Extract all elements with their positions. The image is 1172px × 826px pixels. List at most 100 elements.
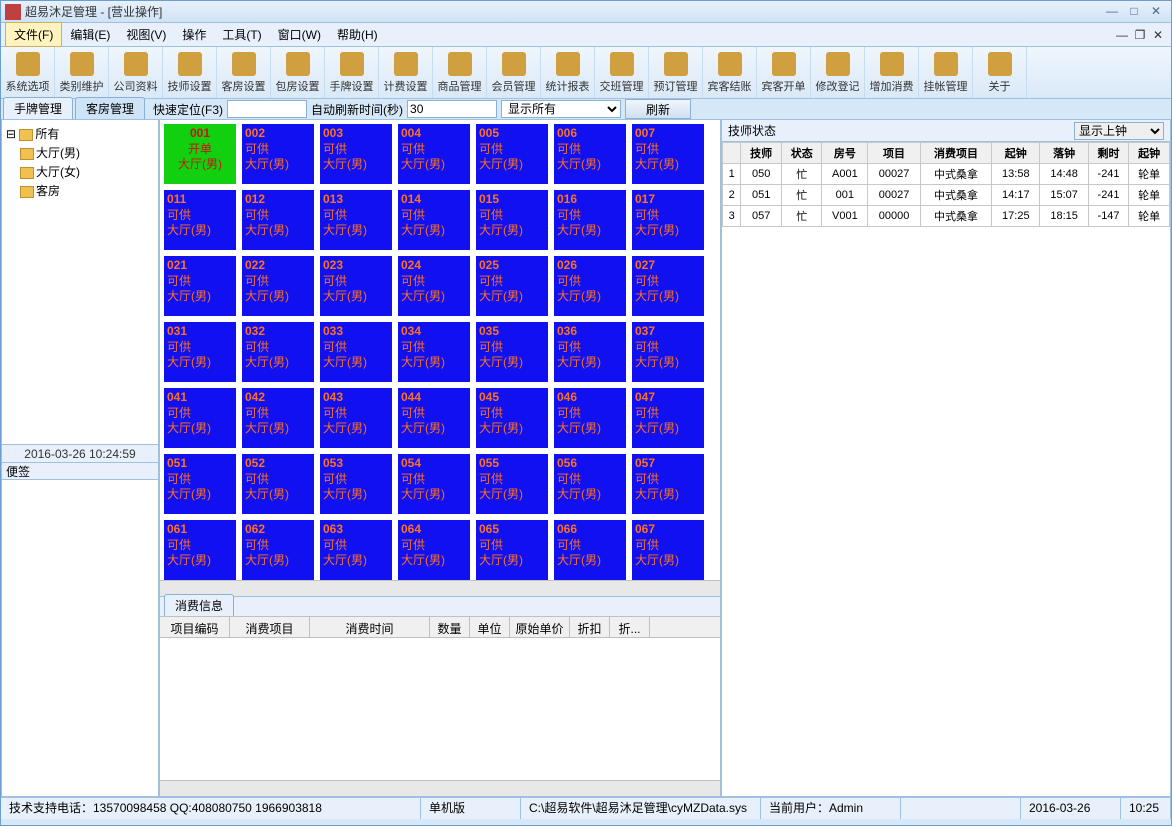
toolbar-btn-18[interactable]: 关于 bbox=[973, 47, 1027, 98]
tab-rooms[interactable]: 客房管理 bbox=[75, 97, 145, 119]
tech-col[interactable]: 剩时 bbox=[1088, 143, 1129, 164]
hand-card-065[interactable]: 065可供大厅(男) bbox=[476, 520, 548, 580]
toolbar-btn-12[interactable]: 预订管理 bbox=[649, 47, 703, 98]
hand-card-044[interactable]: 044可供大厅(男) bbox=[398, 388, 470, 448]
toolbar-btn-8[interactable]: 商品管理 bbox=[433, 47, 487, 98]
hand-card-057[interactable]: 057可供大厅(男) bbox=[632, 454, 704, 514]
toolbar-btn-0[interactable]: 系统选项 bbox=[1, 47, 55, 98]
tech-row[interactable]: 1050忙A00100027中式桑拿13:5814:48-241轮单 bbox=[723, 164, 1170, 185]
hand-card-014[interactable]: 014可供大厅(男) bbox=[398, 190, 470, 250]
hand-card-046[interactable]: 046可供大厅(男) bbox=[554, 388, 626, 448]
refresh-interval-input[interactable] bbox=[407, 100, 497, 118]
tech-col[interactable]: 状态 bbox=[781, 143, 822, 164]
hand-card-042[interactable]: 042可供大厅(男) bbox=[242, 388, 314, 448]
tab-consume-info[interactable]: 消费信息 bbox=[164, 594, 234, 616]
hand-card-034[interactable]: 034可供大厅(男) bbox=[398, 322, 470, 382]
menu-5[interactable]: 窗口(W) bbox=[270, 23, 329, 46]
tech-col[interactable]: 消费项目 bbox=[920, 143, 991, 164]
hand-card-041[interactable]: 041可供大厅(男) bbox=[164, 388, 236, 448]
tech-col[interactable]: 落钟 bbox=[1040, 143, 1088, 164]
hand-card-003[interactable]: 003可供大厅(男) bbox=[320, 124, 392, 184]
hand-card-064[interactable]: 064可供大厅(男) bbox=[398, 520, 470, 580]
hand-card-056[interactable]: 056可供大厅(男) bbox=[554, 454, 626, 514]
hand-card-062[interactable]: 062可供大厅(男) bbox=[242, 520, 314, 580]
consume-col-0[interactable]: 项目编码 bbox=[160, 617, 230, 637]
consume-col-6[interactable]: 折扣 bbox=[570, 617, 610, 637]
tech-filter-select[interactable]: 显示上钟 bbox=[1074, 122, 1164, 140]
minimize-button[interactable]: — bbox=[1101, 4, 1123, 20]
hand-card-007[interactable]: 007可供大厅(男) bbox=[632, 124, 704, 184]
hand-card-037[interactable]: 037可供大厅(男) bbox=[632, 322, 704, 382]
tree-node-1[interactable]: 大厅(女) bbox=[6, 162, 154, 181]
hand-card-061[interactable]: 061可供大厅(男) bbox=[164, 520, 236, 580]
refresh-button[interactable]: 刷新 bbox=[625, 99, 691, 119]
tech-row[interactable]: 3057忙V00100000中式桑拿17:2518:15-147轮单 bbox=[723, 206, 1170, 227]
hand-card-052[interactable]: 052可供大厅(男) bbox=[242, 454, 314, 514]
hand-card-045[interactable]: 045可供大厅(男) bbox=[476, 388, 548, 448]
hand-card-047[interactable]: 047可供大厅(男) bbox=[632, 388, 704, 448]
menu-0[interactable]: 文件(F) bbox=[5, 22, 62, 47]
toolbar-btn-5[interactable]: 包房设置 bbox=[271, 47, 325, 98]
tab-hand-cards[interactable]: 手牌管理 bbox=[3, 97, 73, 119]
toolbar-btn-11[interactable]: 交班管理 bbox=[595, 47, 649, 98]
display-filter-select[interactable]: 显示所有 bbox=[501, 100, 621, 118]
toolbar-btn-17[interactable]: 挂帐管理 bbox=[919, 47, 973, 98]
menu-2[interactable]: 视图(V) bbox=[118, 23, 174, 46]
toolbar-btn-1[interactable]: 类别维护 bbox=[55, 47, 109, 98]
hand-card-033[interactable]: 033可供大厅(男) bbox=[320, 322, 392, 382]
mdi-close-icon[interactable]: ✕ bbox=[1149, 28, 1167, 42]
hand-card-043[interactable]: 043可供大厅(男) bbox=[320, 388, 392, 448]
maximize-button[interactable]: □ bbox=[1123, 4, 1145, 20]
menu-6[interactable]: 帮助(H) bbox=[329, 23, 386, 46]
consume-col-7[interactable]: 折... bbox=[610, 617, 650, 637]
hand-card-011[interactable]: 011可供大厅(男) bbox=[164, 190, 236, 250]
consume-col-4[interactable]: 单位 bbox=[470, 617, 510, 637]
toolbar-btn-3[interactable]: 技师设置 bbox=[163, 47, 217, 98]
hand-card-031[interactable]: 031可供大厅(男) bbox=[164, 322, 236, 382]
tech-col[interactable]: 房号 bbox=[822, 143, 868, 164]
tree-node-0[interactable]: 大厅(男) bbox=[6, 143, 154, 162]
toolbar-btn-15[interactable]: 修改登记 bbox=[811, 47, 865, 98]
quick-locate-input[interactable] bbox=[227, 100, 307, 118]
hand-card-063[interactable]: 063可供大厅(男) bbox=[320, 520, 392, 580]
hand-card-013[interactable]: 013可供大厅(男) bbox=[320, 190, 392, 250]
consume-col-5[interactable]: 原始单价 bbox=[510, 617, 570, 637]
mdi-minimize-icon[interactable]: — bbox=[1113, 28, 1131, 42]
hand-card-022[interactable]: 022可供大厅(男) bbox=[242, 256, 314, 316]
tech-col[interactable]: 项目 bbox=[868, 143, 921, 164]
hand-card-026[interactable]: 026可供大厅(男) bbox=[554, 256, 626, 316]
toolbar-btn-6[interactable]: 手牌设置 bbox=[325, 47, 379, 98]
tech-col[interactable]: 起钟 bbox=[1129, 143, 1170, 164]
hand-card-054[interactable]: 054可供大厅(男) bbox=[398, 454, 470, 514]
hand-card-027[interactable]: 027可供大厅(男) bbox=[632, 256, 704, 316]
hand-card-012[interactable]: 012可供大厅(男) bbox=[242, 190, 314, 250]
hand-card-032[interactable]: 032可供大厅(男) bbox=[242, 322, 314, 382]
hand-card-023[interactable]: 023可供大厅(男) bbox=[320, 256, 392, 316]
toolbar-btn-9[interactable]: 会员管理 bbox=[487, 47, 541, 98]
hand-card-005[interactable]: 005可供大厅(男) bbox=[476, 124, 548, 184]
consume-scrollbar[interactable] bbox=[160, 780, 720, 796]
close-button[interactable]: ✕ bbox=[1145, 4, 1167, 20]
consume-col-3[interactable]: 数量 bbox=[430, 617, 470, 637]
hand-card-035[interactable]: 035可供大厅(男) bbox=[476, 322, 548, 382]
toolbar-btn-7[interactable]: 计费设置 bbox=[379, 47, 433, 98]
consume-col-1[interactable]: 消费项目 bbox=[230, 617, 310, 637]
toolbar-btn-13[interactable]: 宾客结账 bbox=[703, 47, 757, 98]
hand-card-002[interactable]: 002可供大厅(男) bbox=[242, 124, 314, 184]
toolbar-btn-4[interactable]: 客房设置 bbox=[217, 47, 271, 98]
hand-card-006[interactable]: 006可供大厅(男) bbox=[554, 124, 626, 184]
hand-card-004[interactable]: 004可供大厅(男) bbox=[398, 124, 470, 184]
mdi-restore-icon[interactable]: ❐ bbox=[1131, 28, 1149, 42]
tree-root[interactable]: ⊟ 所有 bbox=[6, 124, 154, 143]
tree-node-2[interactable]: 客房 bbox=[6, 181, 154, 200]
hand-card-016[interactable]: 016可供大厅(男) bbox=[554, 190, 626, 250]
menu-3[interactable]: 操作 bbox=[174, 23, 214, 46]
toolbar-btn-10[interactable]: 统计报表 bbox=[541, 47, 595, 98]
hand-card-017[interactable]: 017可供大厅(男) bbox=[632, 190, 704, 250]
tech-row[interactable]: 2051忙00100027中式桑拿14:1715:07-241轮单 bbox=[723, 185, 1170, 206]
hand-card-024[interactable]: 024可供大厅(男) bbox=[398, 256, 470, 316]
tech-col[interactable]: 起钟 bbox=[992, 143, 1040, 164]
hand-card-036[interactable]: 036可供大厅(男) bbox=[554, 322, 626, 382]
hand-card-001[interactable]: 001开单大厅(男) bbox=[164, 124, 236, 184]
hand-card-067[interactable]: 067可供大厅(男) bbox=[632, 520, 704, 580]
